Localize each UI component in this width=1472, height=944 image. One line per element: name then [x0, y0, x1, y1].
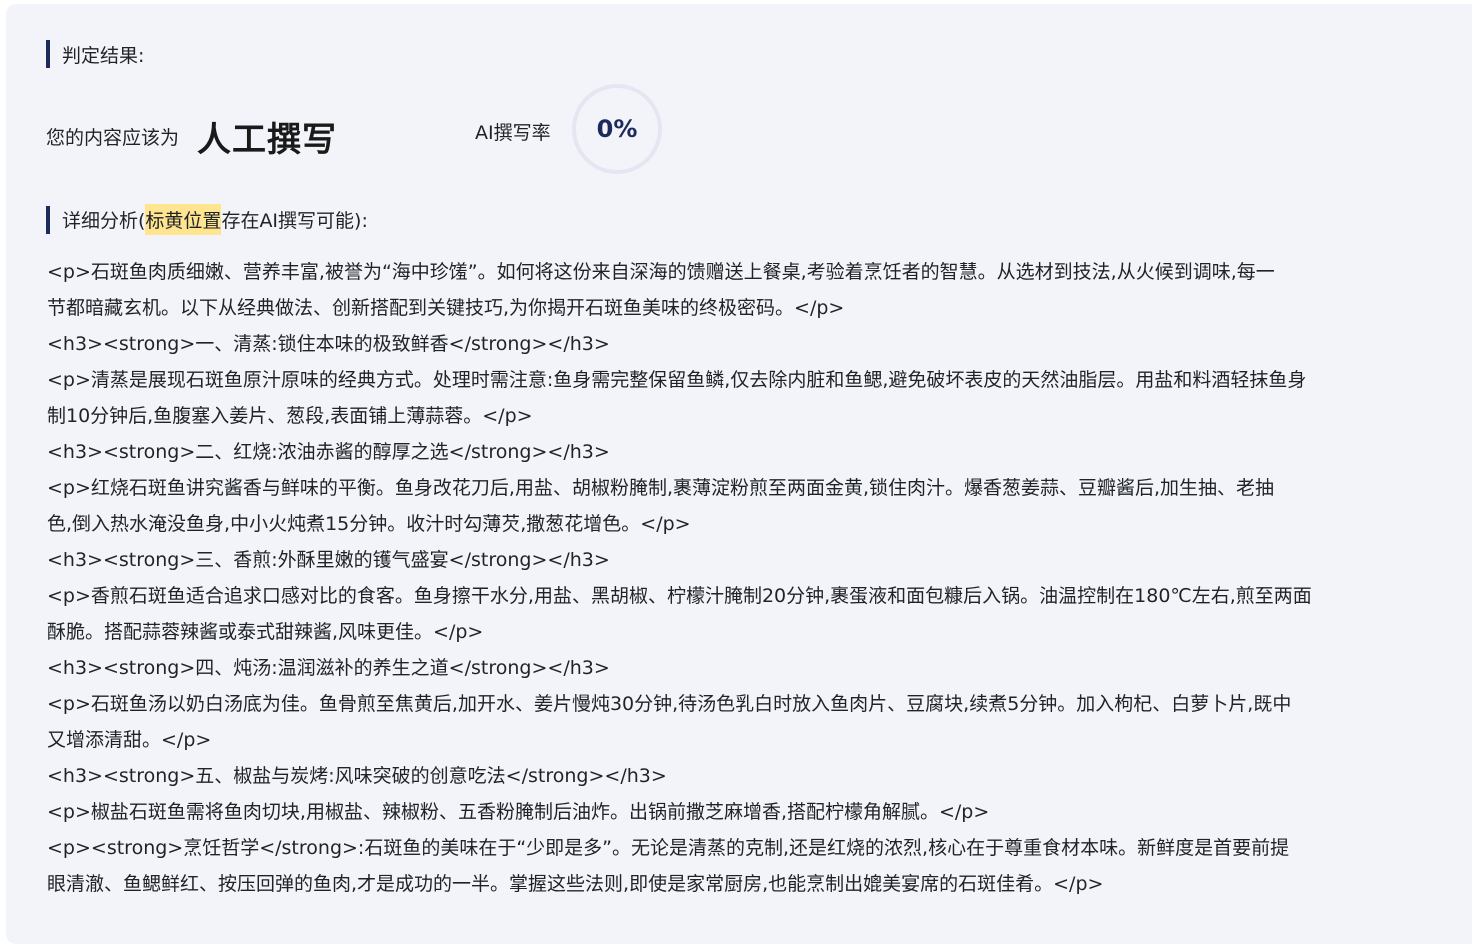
analysis-text-line: <p>红烧石斑鱼讲究酱香与鲜味的平衡。鱼身改花刀后,用盐、胡椒粉腌制,裹薄淀粉煎…	[47, 477, 1275, 499]
verdict-value: 人工撰写	[197, 119, 338, 160]
analysis-text-line: 又增添清甜。</p>	[47, 729, 212, 751]
ai-rate-label: AI撰写率	[475, 122, 551, 144]
analysis-content: <p>石斑鱼肉质细嫩、营养丰富,被誉为“海中珍馐”。如何将这份来自深海的馈赠送上…	[47, 254, 1472, 902]
ai-rate-value: 0%	[596, 115, 638, 143]
analysis-text-line: 色,倒入热水淹没鱼身,中小火炖煮15分钟。收汁时勾薄芡,撒葱花增色。</p>	[47, 513, 691, 535]
analysis-title-suffix: 存在AI撰写可能):	[221, 210, 368, 232]
analysis-section-title: 详细分析(标黄位置 存在AI撰写可能):	[46, 204, 368, 235]
analysis-text-line: <h3><strong>一、清蒸:锁住本味的极致鲜香</strong></h3>	[47, 333, 610, 355]
analysis-title-highlight: 标黄位置	[145, 204, 222, 235]
analysis-text-line: <h3><strong>五、椒盐与炭烤:风味突破的创意吃法</strong></…	[47, 765, 667, 787]
analysis-text-line: <p><strong>烹饪哲学</strong>:石斑鱼的美味在于“少即是多”。…	[47, 837, 1290, 859]
analysis-text-line: <p>香煎石斑鱼适合追求口感对比的食客。鱼身擦干水分,用盐、黑胡椒、柠檬汁腌制2…	[47, 585, 1312, 607]
result-section-title: 判定结果:	[46, 40, 144, 68]
analysis-text-line: <p>清蒸是展现石斑鱼原汁原味的经典方式。处理时需注意:鱼身需完整保留鱼鳞,仅去…	[47, 369, 1307, 391]
analysis-text-line: 眼清澈、鱼鳃鲜红、按压回弹的鱼肉,才是成功的一半。掌握这些法则,即使是家常厨房,…	[47, 873, 1104, 895]
analysis-text-line: <h3><strong>四、炖汤:温润滋补的养生之道</strong></h3>	[47, 657, 610, 679]
analysis-text-line: <h3><strong>三、香煎:外酥里嫩的镬气盛宴</strong></h3>	[47, 549, 610, 571]
verdict-row: 您的内容应该为 人工撰写	[46, 106, 337, 166]
analysis-text-line: 节都暗藏玄机。以下从经典做法、创新搭配到关键技巧,为你揭开石斑鱼美味的终极密码。…	[47, 297, 845, 319]
section-accent-bar	[46, 205, 50, 234]
ai-rate-ring: 0%	[572, 84, 662, 174]
verdict-label: 您的内容应该为	[46, 126, 180, 149]
analysis-text-line: <h3><strong>二、红烧:浓油赤酱的醇厚之选</strong></h3>	[47, 441, 610, 463]
analysis-text-line: <p>椒盐石斑鱼需将鱼肉切块,用椒盐、辣椒粉、五香粉腌制后油炸。出锅前撒芝麻增香…	[47, 801, 990, 823]
analysis-title-prefix: 详细分析(	[62, 210, 146, 232]
section-accent-bar	[46, 40, 50, 68]
analysis-text-line: <p>石斑鱼肉质细嫩、营养丰富,被誉为“海中珍馐”。如何将这份来自深海的馈赠送上…	[47, 261, 1275, 283]
analysis-text-line: <p>石斑鱼汤以奶白汤底为佳。鱼骨煎至焦黄后,加开水、姜片慢炖30分钟,待汤色乳…	[47, 693, 1292, 715]
result-section-label: 判定结果:	[62, 44, 145, 67]
analysis-text-line: 酥脆。搭配蒜蓉辣酱或泰式甜辣酱,风味更佳。</p>	[47, 621, 484, 643]
analysis-text-line: 制10分钟后,鱼腹塞入姜片、葱段,表面铺上薄蒜蓉。</p>	[47, 405, 533, 427]
